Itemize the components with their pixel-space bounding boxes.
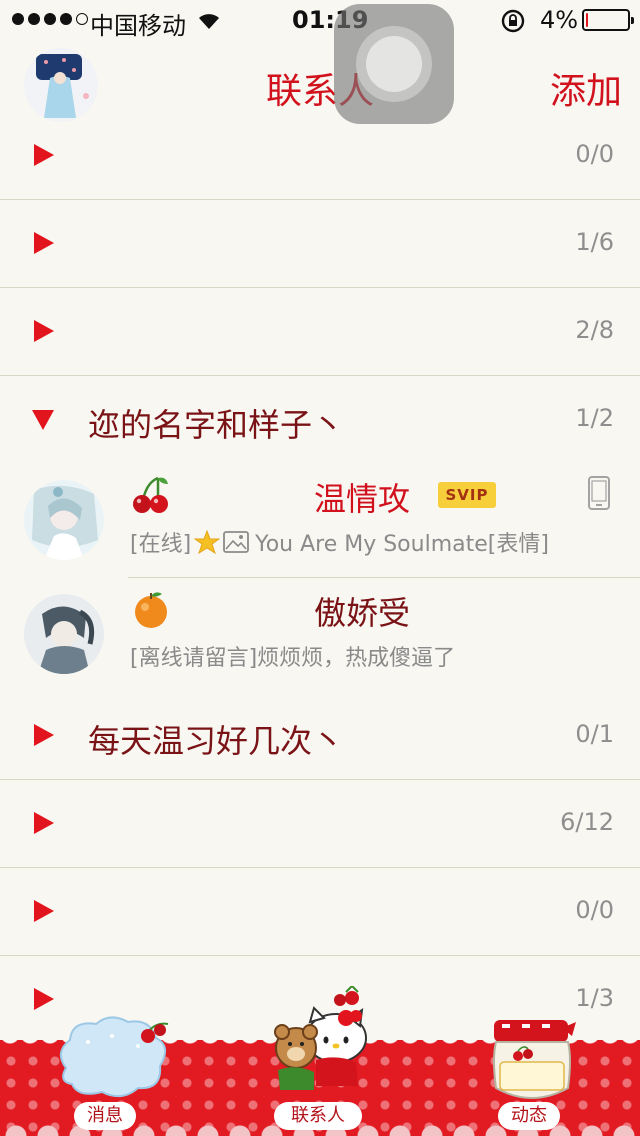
collapsed-arrow-icon [34,144,54,166]
online-status: [在线] [130,532,192,557]
group-count: 1/2 [575,404,614,432]
signal-dots-icon [12,13,88,25]
collapsed-arrow-icon [34,724,54,746]
star-icon [194,530,221,554]
contact-row[interactable]: 傲娇受 [离线请留言]烦烦烦，热成傻逼了 [0,578,640,692]
group-count: 0/0 [575,896,614,924]
signature-text: [离线请留言]烦烦烦，热成傻逼了 [130,646,456,671]
page-title: 联系人 [265,71,374,112]
group-row[interactable]: 1/6 [0,200,640,288]
group-count: 1/3 [575,984,614,1012]
collapsed-arrow-icon [34,232,54,254]
tab-moments[interactable]: 动态 [498,1102,560,1130]
sweet-cloud-icon[interactable] [52,1012,178,1104]
contact-avatar[interactable] [24,480,104,560]
collapsed-arrow-icon [34,988,54,1010]
group-row-expanded[interactable]: 迩的名字和样子丶 1/2 [0,376,640,464]
group-row[interactable]: 0/0 [0,112,640,200]
group-row[interactable]: 0/0 [0,868,640,956]
signature-text: You Are My Soulmate[表情] [255,532,549,557]
phone-icon [588,476,610,510]
contact-row[interactable]: 温情攻 SVIP [在线] You Are My Soulmate[表情] [0,464,640,578]
contact-status: [在线] You Are My Soulmate[表情] [130,526,549,558]
wifi-icon [199,14,219,29]
battery-percent: 4% [540,6,579,34]
group-count: 2/8 [575,316,614,344]
assistive-touch-button[interactable] [334,4,454,124]
orange-emoji-icon [135,592,167,628]
status-bar: 中国移动 01:19 4% [0,0,640,40]
contact-name: 温情攻 [314,480,411,518]
contact-status: [离线请留言]烦烦烦，热成傻逼了 [130,640,455,672]
image-icon [223,531,250,553]
cherry-emoji-icon [133,476,168,513]
battery-icon [582,9,634,31]
collapsed-arrow-icon [34,900,54,922]
add-button[interactable]: 添加 [550,62,622,114]
group-row[interactable]: 2/8 [0,288,640,376]
group-row[interactable]: 每天温习好几次丶 0/1 [0,692,640,780]
contact-avatar[interactable] [24,594,104,674]
cherry-jar-icon[interactable] [488,1018,578,1104]
group-name: 每天温习好几次丶 [88,722,345,760]
collapsed-arrow-icon [34,320,54,342]
group-count: 1/6 [575,228,614,256]
group-count: 0/1 [575,720,614,748]
group-count: 0/0 [575,140,614,168]
hello-kitty-icon[interactable] [270,986,374,1102]
group-count: 6/12 [560,808,614,836]
battery-level [586,13,588,27]
collapsed-arrow-icon [34,812,54,834]
group-name: 迩的名字和样子丶 [88,406,345,444]
svip-badge: SVIP [438,482,496,508]
carrier-name: 中国移动 [90,12,186,40]
contact-name: 傲娇受 [314,594,411,632]
expanded-arrow-icon [32,410,54,430]
tab-messages[interactable]: 消息 [74,1102,136,1130]
tab-contacts[interactable]: 联系人 [274,1102,362,1130]
rotation-lock-icon [501,9,525,33]
group-row[interactable]: 6/12 [0,780,640,868]
